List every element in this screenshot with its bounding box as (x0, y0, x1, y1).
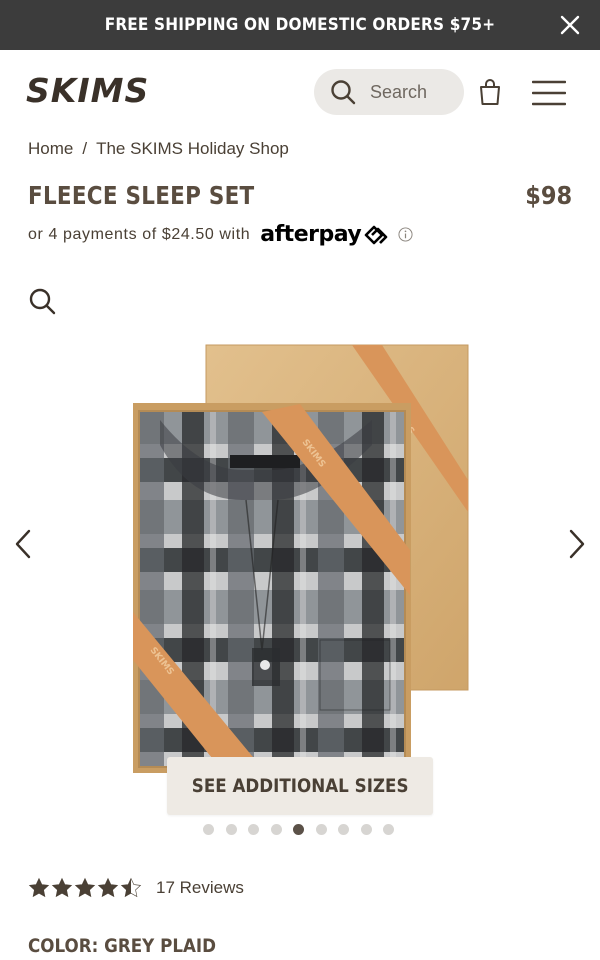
carousel-dot[interactable] (293, 824, 304, 835)
hamburger-menu-icon[interactable] (532, 80, 566, 106)
afterpay-logo-icon (364, 225, 388, 244)
carousel-dot[interactable] (225, 824, 237, 835)
reviews-count[interactable]: 17 Reviews (156, 878, 244, 898)
installment-text: or 4 payments of $24.50 with (28, 225, 251, 243)
chevron-left-icon[interactable] (10, 528, 36, 560)
afterpay-logo-text: afterpay (260, 222, 362, 247)
breadcrumb-home[interactable]: Home (28, 139, 73, 158)
product-price: $98 (525, 181, 572, 210)
search-icon (331, 80, 356, 105)
star-rating (28, 877, 142, 899)
product-reviews[interactable]: 17 Reviews (28, 877, 244, 899)
skims-logo[interactable]: SKIMS (26, 72, 162, 108)
breadcrumb-holiday-shop[interactable]: The SKIMS Holiday Shop (96, 139, 289, 158)
product-title: FLEECE SLEEP SET (28, 181, 255, 210)
breadcrumb: Home / The SKIMS Holiday Shop (28, 139, 289, 159)
color-label: COLOR: GREY PLAID (28, 935, 217, 957)
shirt-button (260, 660, 270, 670)
search-placeholder: Search (370, 81, 428, 102)
star-icon (51, 877, 73, 898)
carousel-pagination (203, 824, 394, 835)
carousel-dot[interactable] (203, 824, 214, 835)
see-additional-sizes-label: SEE ADDITIONAL SIZES (191, 775, 409, 797)
zoom-icon[interactable] (28, 287, 56, 315)
carousel-dot[interactable] (338, 824, 349, 835)
carousel-dot[interactable] (248, 824, 259, 835)
installment-info: or 4 payments of $24.50 with afterpay (28, 222, 413, 247)
search-input[interactable]: Search (314, 69, 464, 115)
chevron-right-icon[interactable] (564, 528, 590, 560)
carousel-dot[interactable] (270, 824, 282, 835)
promo-banner: FREE SHIPPING ON DOMESTIC ORDERS $75+ (0, 0, 600, 50)
promo-text: FREE SHIPPING ON DOMESTIC ORDERS $75+ (104, 15, 496, 35)
close-icon[interactable] (558, 13, 582, 37)
carousel-dot[interactable] (360, 824, 372, 835)
star-icon (97, 877, 119, 898)
logo-text: SKIMS (26, 72, 149, 108)
star-icon (28, 877, 50, 898)
see-additional-sizes-button[interactable]: SEE ADDITIONAL SIZES (167, 757, 433, 815)
shopping-bag-icon[interactable] (478, 78, 502, 106)
star-icon (74, 877, 96, 898)
star-icon (120, 877, 142, 898)
carousel-dot[interactable] (315, 824, 327, 835)
product-image[interactable]: SKIMS SKIMS SKIMS (0, 330, 600, 780)
info-icon[interactable] (398, 227, 413, 242)
carousel-dot[interactable] (383, 824, 394, 835)
breadcrumb-separator: / (82, 139, 88, 158)
